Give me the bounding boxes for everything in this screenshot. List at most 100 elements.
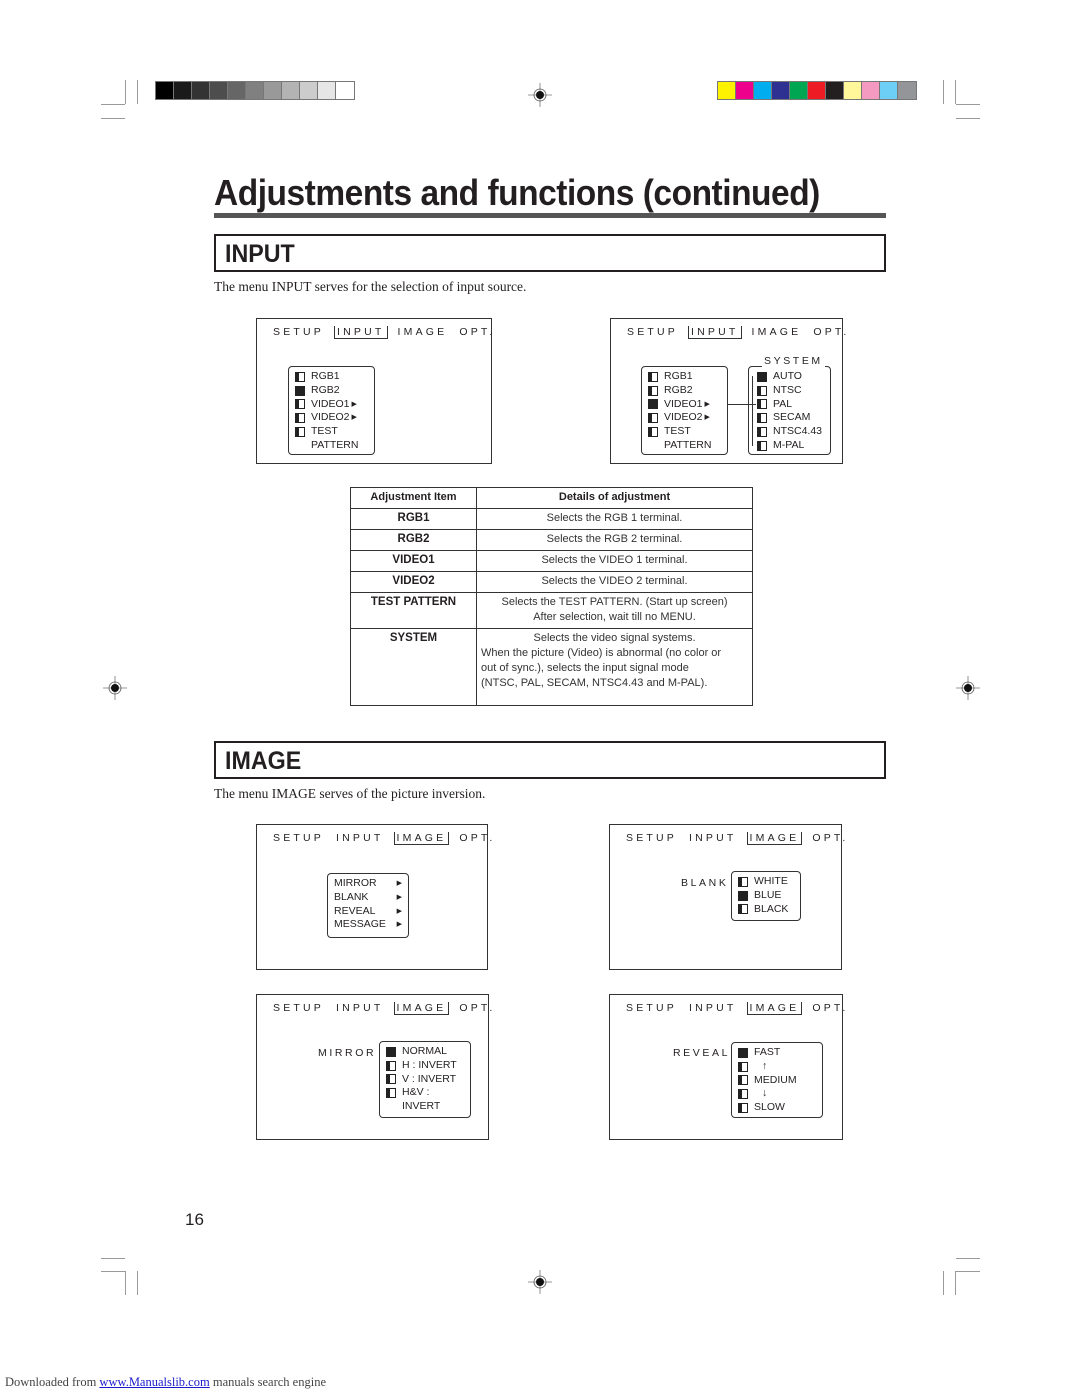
menu-option[interactable]: RGB1 bbox=[295, 370, 368, 384]
menu-option[interactable]: VIDEO2 ▶ bbox=[295, 411, 368, 425]
osd-menubar: SETUP INPUT IMAGE OPT. bbox=[271, 832, 506, 845]
menu-tab-input[interactable]: INPUT bbox=[687, 1002, 739, 1014]
menu-option[interactable]: NORMAL bbox=[386, 1045, 464, 1059]
selected-indicator-icon bbox=[648, 399, 658, 410]
menu-option[interactable]: PATTERN bbox=[648, 439, 721, 453]
color-swatch bbox=[898, 82, 916, 99]
menu-tab-opt[interactable]: OPT. bbox=[457, 1002, 497, 1014]
menu-option-label: RGB2 bbox=[664, 383, 693, 396]
unselected-indicator-icon bbox=[648, 385, 658, 396]
crop-mark bbox=[101, 1258, 125, 1259]
image-heading-text: IMAGE bbox=[225, 747, 302, 775]
menu-option[interactable]: H : INVERT bbox=[386, 1059, 464, 1073]
menu-tab-image[interactable]: IMAGE bbox=[750, 326, 804, 338]
menu-option[interactable]: VIDEO1 ▶ bbox=[295, 398, 368, 412]
unselected-indicator-icon bbox=[738, 1103, 748, 1114]
submenu-arrow-icon: ▶ bbox=[704, 400, 710, 408]
menu-option[interactable]: VIDEO2 ▶ bbox=[648, 411, 721, 425]
menu-tab-opt[interactable]: OPT. bbox=[810, 832, 850, 844]
adjustment-details: Selects the RGB 2 terminal. bbox=[476, 529, 753, 551]
adjustment-item: RGB1 bbox=[350, 508, 477, 530]
menu-option-label: ↓ bbox=[762, 1087, 768, 1100]
column-header-item: Adjustment Item bbox=[350, 487, 477, 509]
menu-tab-setup[interactable]: SETUP bbox=[271, 1002, 326, 1014]
menu-tab-opt[interactable]: OPT. bbox=[811, 326, 851, 338]
menu-option-label: ↑ bbox=[762, 1059, 768, 1072]
menu-option[interactable]: FAST bbox=[738, 1046, 816, 1060]
menu-tab-setup[interactable]: SETUP bbox=[271, 832, 326, 844]
osd-screen-image-menu: SETUP INPUT IMAGE OPT. MIRROR ▶ BLANK ▶ REVEAL ▶… bbox=[256, 824, 492, 970]
menu-option[interactable]: NTSC bbox=[757, 384, 824, 398]
menu-tab-image[interactable]: IMAGE bbox=[393, 1002, 450, 1015]
unselected-indicator-icon bbox=[295, 399, 305, 410]
color-swatch bbox=[808, 82, 826, 99]
menu-tab-image[interactable]: IMAGE bbox=[746, 1002, 803, 1015]
menu-tab-setup[interactable]: SETUP bbox=[624, 832, 679, 844]
menu-option[interactable]: RGB2 bbox=[295, 384, 368, 398]
menu-option-label: AUTO bbox=[773, 370, 802, 382]
submenu-arrow-icon: ▶ bbox=[351, 414, 357, 422]
menu-option[interactable]: RGB1 bbox=[648, 370, 721, 384]
mirror-label: MIRROR bbox=[318, 1047, 377, 1059]
menu-option[interactable]: MESSAGE ▶ bbox=[334, 918, 402, 932]
unselected-indicator-icon bbox=[386, 1060, 396, 1071]
menu-tab-image[interactable]: IMAGE bbox=[396, 326, 450, 338]
image-section-heading: IMAGE bbox=[214, 741, 886, 779]
image-options-popup: MIRROR ▶ BLANK ▶ REVEAL ▶ MESSAGE ▶ bbox=[327, 873, 409, 938]
menu-option[interactable]: MEDIUM bbox=[738, 1074, 816, 1088]
menu-option[interactable]: MIRROR ▶ bbox=[334, 877, 402, 891]
column-header-details: Details of adjustment bbox=[476, 487, 753, 509]
menu-option-label: M-PAL bbox=[773, 438, 805, 451]
menu-tab-input[interactable]: INPUT bbox=[687, 832, 739, 844]
menu-option[interactable]: M-PAL bbox=[757, 439, 824, 453]
page-title: Adjustments and functions (continued) bbox=[214, 172, 820, 213]
menu-option-label: V : INVERT bbox=[402, 1072, 457, 1085]
menu-option[interactable]: ↓ bbox=[738, 1087, 816, 1101]
input-options-popup: RGB1 RGB2 VIDEO1 ▶ VIDEO2 ▶ TEST PATTERN bbox=[641, 366, 728, 455]
menu-option[interactable]: VIDEO1 ▶ bbox=[648, 398, 721, 412]
menu-option[interactable]: AUTO bbox=[757, 370, 824, 384]
menu-tab-input[interactable]: INPUT bbox=[334, 326, 388, 339]
osd-menubar: SETUP INPUT IMAGE OPT. bbox=[625, 326, 860, 339]
menu-option-label: H&V : bbox=[402, 1086, 430, 1099]
menu-option[interactable]: BLUE bbox=[738, 889, 794, 903]
menu-option[interactable]: SLOW bbox=[738, 1101, 816, 1115]
menu-option[interactable]: NTSC4.43 bbox=[757, 425, 824, 439]
menu-tab-input[interactable]: INPUT bbox=[334, 832, 386, 844]
adjustment-details: Selects the TEST PATTERN. (Start up scre… bbox=[476, 592, 753, 629]
menu-option[interactable]: RGB2 bbox=[648, 384, 721, 398]
menu-tab-input[interactable]: INPUT bbox=[334, 1002, 386, 1014]
menu-option[interactable]: PATTERN bbox=[295, 439, 368, 453]
menu-option[interactable]: BLACK bbox=[738, 903, 794, 917]
menu-option[interactable]: INVERT bbox=[386, 1100, 464, 1114]
menu-option[interactable]: SECAM bbox=[757, 411, 824, 425]
registration-mark-icon bbox=[528, 83, 552, 107]
selected-indicator-icon bbox=[738, 1047, 748, 1058]
menu-option[interactable]: TEST bbox=[295, 425, 368, 439]
menu-option[interactable]: ↑ bbox=[738, 1060, 816, 1074]
menu-option[interactable]: TEST bbox=[648, 425, 721, 439]
menu-tab-image[interactable]: IMAGE bbox=[393, 832, 450, 845]
menu-tab-input[interactable]: INPUT bbox=[688, 326, 742, 339]
menu-tab-image[interactable]: IMAGE bbox=[746, 832, 803, 845]
menu-tab-setup[interactable]: SETUP bbox=[625, 326, 680, 338]
menu-tab-opt[interactable]: OPT. bbox=[457, 326, 497, 338]
menu-option[interactable]: H&V : bbox=[386, 1086, 464, 1100]
menu-tab-opt[interactable]: OPT. bbox=[457, 832, 497, 844]
menu-tab-opt[interactable]: OPT. bbox=[810, 1002, 850, 1014]
menu-option[interactable]: V : INVERT bbox=[386, 1073, 464, 1087]
menu-option[interactable]: PAL bbox=[757, 398, 824, 412]
color-swatch bbox=[228, 82, 246, 99]
menu-option[interactable]: REVEAL ▶ bbox=[334, 905, 402, 919]
menu-option[interactable]: BLANK ▶ bbox=[334, 891, 402, 905]
unselected-indicator-icon bbox=[757, 427, 767, 438]
menu-tab-setup[interactable]: SETUP bbox=[624, 1002, 679, 1014]
manualslib-link[interactable]: www.Manualslib.com bbox=[99, 1375, 209, 1389]
menu-tab-setup[interactable]: SETUP bbox=[271, 326, 326, 338]
osd-screen-image-blank: SETUP INPUT IMAGE OPT. BLANK WHITE BLUE BLACK bbox=[609, 824, 845, 970]
menu-option[interactable]: WHITE bbox=[738, 875, 794, 889]
color-swatch bbox=[790, 82, 808, 99]
osd-screen-input-2: SETUP INPUT IMAGE OPT. RGB1 RGB2 VIDEO1 ▶ VIDEO… bbox=[610, 318, 846, 464]
adjustment-item: SYSTEM bbox=[350, 628, 477, 706]
